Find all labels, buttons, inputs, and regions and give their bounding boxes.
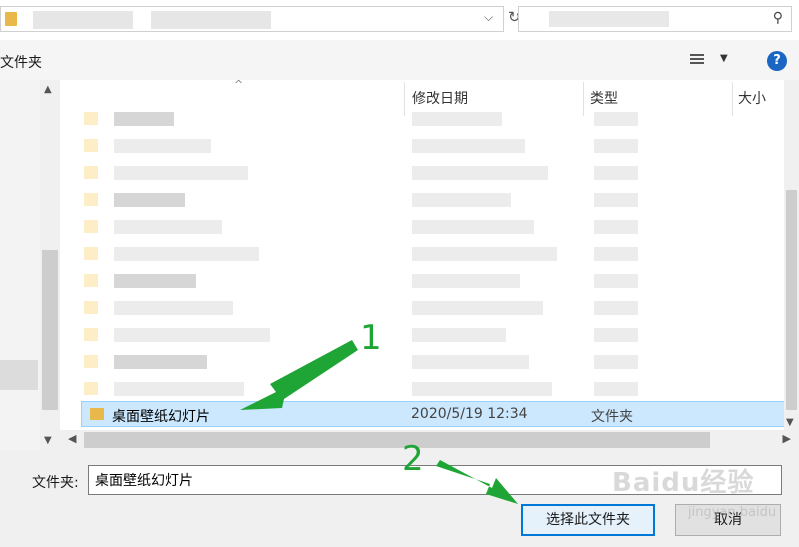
blurred-item-type bbox=[594, 274, 638, 288]
address-bar[interactable]: ⌵ bbox=[0, 6, 504, 32]
blurred-item-name bbox=[114, 220, 222, 234]
folder-field-label: 文件夹: bbox=[32, 475, 79, 491]
list-item-selected[interactable]: 桌面壁纸幻灯片 2020/5/19 12:34 文件夹 bbox=[81, 401, 785, 427]
blurred-item-type bbox=[594, 355, 638, 369]
view-details-icon[interactable] bbox=[690, 54, 704, 66]
blurred-item-name bbox=[114, 193, 185, 207]
column-header-date[interactable]: 修改日期 bbox=[412, 88, 468, 108]
blurred-item-date bbox=[412, 112, 502, 126]
watermark-url: jingyan.baidu bbox=[688, 505, 777, 520]
blurred-folder-icon bbox=[84, 355, 98, 368]
blurred-item-date bbox=[412, 193, 511, 207]
search-icon[interactable]: ⚲ bbox=[773, 10, 783, 26]
scroll-down-icon[interactable]: ▼ bbox=[786, 417, 794, 428]
blurred-folder-icon bbox=[84, 193, 98, 206]
file-list: ^ 修改日期 类型 大小 bbox=[60, 78, 799, 430]
scroll-up-icon[interactable]: ▲ bbox=[44, 84, 52, 95]
blurred-folder-icon bbox=[84, 112, 98, 125]
blurred-item-date bbox=[412, 301, 543, 315]
scroll-left-icon[interactable]: ◀ bbox=[68, 432, 76, 445]
blurred-folder-icon bbox=[84, 301, 98, 314]
blurred-search-text bbox=[549, 11, 669, 27]
blurred-item-date bbox=[412, 355, 529, 369]
horizontal-scrollbar[interactable]: ◀ ▶ bbox=[60, 430, 799, 450]
blurred-folder-icon bbox=[84, 166, 98, 179]
blurred-item-name bbox=[114, 247, 259, 261]
blurred-folder-icon bbox=[84, 274, 98, 287]
column-divider[interactable] bbox=[583, 82, 584, 116]
blurred-folder-icon bbox=[84, 220, 98, 233]
blurred-item-name bbox=[114, 166, 248, 180]
blurred-item-type bbox=[594, 166, 638, 180]
blurred-item-type bbox=[594, 247, 638, 261]
nav-scrollbar[interactable]: ▲ ▼ bbox=[40, 80, 60, 450]
blurred-item-date bbox=[412, 139, 525, 153]
blurred-folder-icon bbox=[84, 328, 98, 341]
navigation-pane bbox=[0, 80, 40, 450]
blurred-item-type bbox=[594, 382, 638, 396]
blurred-folder-icon bbox=[84, 139, 98, 152]
nav-selected-item[interactable] bbox=[0, 360, 38, 390]
column-header-type[interactable]: 类型 bbox=[590, 88, 618, 108]
watermark-logo: Baidu经验 bbox=[612, 468, 755, 498]
annotation-step-2: 2 bbox=[402, 439, 424, 479]
select-folder-button[interactable]: 选择此文件夹 bbox=[521, 504, 655, 536]
blurred-folder-icon bbox=[84, 382, 98, 395]
chevron-down-icon[interactable]: ⌵ bbox=[484, 10, 493, 25]
folder-icon bbox=[90, 408, 104, 420]
blurred-item-date bbox=[412, 328, 506, 342]
blurred-item-date bbox=[412, 274, 520, 288]
column-header-size[interactable]: 大小 bbox=[738, 88, 766, 108]
blurred-item-name bbox=[114, 112, 174, 126]
new-folder-label[interactable]: 文件夹 bbox=[0, 52, 42, 72]
blurred-path bbox=[33, 11, 133, 29]
annotation-step-1: 1 bbox=[360, 318, 382, 358]
blurred-item-name bbox=[114, 328, 270, 342]
blurred-path bbox=[151, 11, 271, 29]
blurred-item-date bbox=[412, 220, 534, 234]
item-name: 桌面壁纸幻灯片 bbox=[112, 409, 210, 425]
scroll-down-icon[interactable]: ▼ bbox=[44, 435, 52, 446]
blurred-item-type bbox=[594, 139, 638, 153]
column-divider[interactable] bbox=[404, 82, 405, 116]
chevron-down-icon[interactable]: ▼ bbox=[720, 53, 728, 64]
blurred-item-name bbox=[114, 139, 211, 153]
search-box[interactable]: ⚲ bbox=[518, 6, 792, 32]
column-divider[interactable] bbox=[732, 82, 733, 116]
blurred-item-type bbox=[594, 220, 638, 234]
help-icon[interactable]: ? bbox=[767, 51, 787, 71]
item-modified: 2020/5/19 12:34 bbox=[411, 406, 528, 422]
scroll-thumb[interactable] bbox=[84, 432, 710, 448]
blurred-item-name bbox=[114, 382, 244, 396]
scroll-thumb[interactable] bbox=[786, 190, 797, 410]
blurred-item-name bbox=[114, 355, 207, 369]
list-scrollbar[interactable]: ▼ bbox=[784, 80, 799, 430]
blurred-item-type bbox=[594, 193, 638, 207]
blurred-item-date bbox=[412, 166, 548, 180]
folder-icon bbox=[5, 12, 17, 26]
sort-up-icon: ^ bbox=[234, 78, 244, 91]
blurred-item-type bbox=[594, 112, 638, 126]
blurred-item-type bbox=[594, 328, 638, 342]
scroll-thumb[interactable] bbox=[42, 250, 58, 410]
blurred-folder-icon bbox=[84, 247, 98, 260]
blurred-item-date bbox=[412, 382, 552, 396]
scroll-right-icon[interactable]: ▶ bbox=[783, 432, 791, 445]
blurred-item-name bbox=[114, 274, 196, 288]
blurred-item-type bbox=[594, 301, 638, 315]
blurred-item-name bbox=[114, 301, 233, 315]
toolbar bbox=[0, 40, 799, 80]
blurred-item-date bbox=[412, 247, 557, 261]
item-type: 文件夹 bbox=[591, 409, 633, 425]
